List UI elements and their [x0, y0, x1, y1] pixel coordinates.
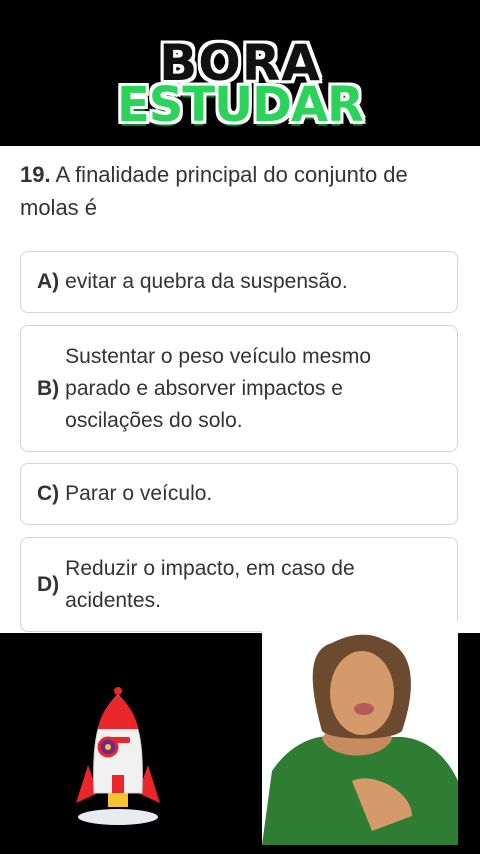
- option-text: Parar o veículo.: [65, 482, 213, 505]
- option-letter: B): [37, 376, 60, 400]
- option-letter: D): [37, 572, 60, 596]
- question-body: A finalidade principal do conjunto de mo…: [20, 162, 408, 220]
- option-text: Reduzir o impacto, em caso de acidentes.: [65, 556, 355, 612]
- video-area: [0, 621, 480, 854]
- rocket-icon: [76, 687, 160, 825]
- option-letter: A): [37, 270, 60, 293]
- bora-estudar-logo: BORA ESTUDAR: [0, 0, 480, 146]
- presenter-photo: [262, 621, 458, 845]
- answer-option-c[interactable]: C) Parar o veículo.: [20, 463, 458, 525]
- question-text: 19. A finalidade principal do conjunto d…: [20, 158, 460, 224]
- quiz-card: 19. A finalidade principal do conjunto d…: [0, 146, 480, 633]
- question-number: 19.: [20, 162, 51, 187]
- logo-line-2: ESTUDAR: [116, 77, 364, 133]
- answer-option-d[interactable]: D) Reduzir o impacto, em caso de acident…: [20, 537, 458, 632]
- option-text: Sustentar o peso veículo mesmo parado e …: [65, 344, 371, 432]
- answer-option-a[interactable]: A) evitar a quebra da suspensão.: [20, 251, 458, 313]
- option-letter: C): [37, 482, 60, 505]
- answer-option-b[interactable]: B) Sustentar o peso veículo mesmo parado…: [20, 325, 458, 452]
- option-text: evitar a quebra da suspensão.: [65, 270, 348, 293]
